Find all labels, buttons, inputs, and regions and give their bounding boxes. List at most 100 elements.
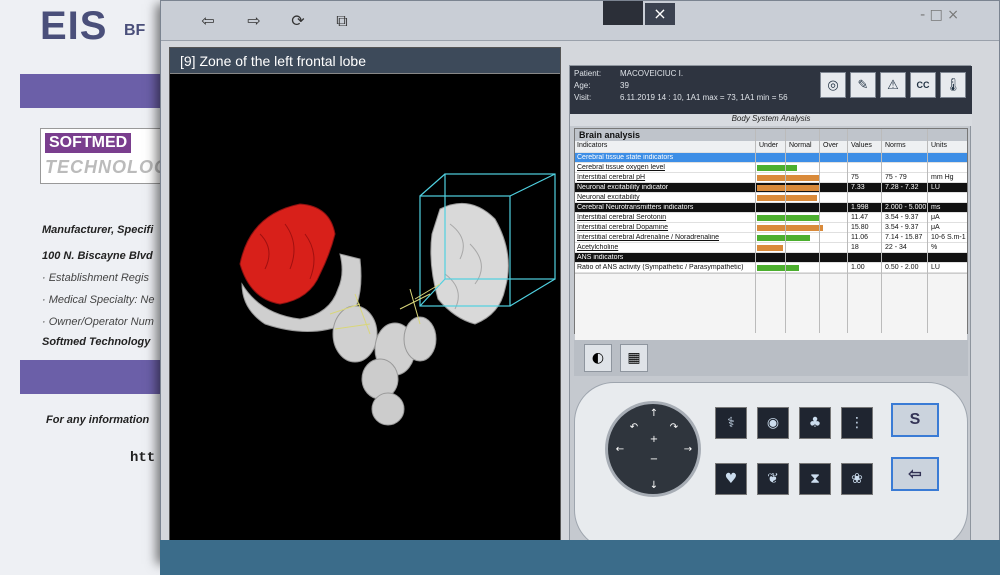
indicator-name: ANS indicators — [577, 254, 624, 261]
indicator-value: 15.80 — [851, 224, 869, 231]
indicator-name: Ratio of ANS activity (Sympathetic / Par… — [577, 264, 744, 271]
brain-analysis-table: Brain analysis Indicators Under Normal O… — [574, 128, 968, 353]
eis-logo: EIS — [40, 4, 108, 48]
window-controls[interactable]: - □ × — [920, 7, 959, 23]
indicator-norm: 3.54 - 9.37 — [885, 224, 919, 231]
edit-icon[interactable]: ✎ — [850, 72, 876, 98]
hourglass-icon[interactable]: ⧗ — [799, 463, 831, 495]
refresh-icon[interactable]: ⟳ — [287, 10, 309, 32]
specialty-line: · Medical Specialty: Ne — [42, 294, 155, 306]
level-bar — [757, 245, 783, 251]
table-row[interactable]: Interstitial cerebral Serotonin 11.47 3.54… — [575, 213, 967, 223]
table-header: Indicators Under Normal Over Values Norm… — [575, 141, 967, 153]
kidney-icon[interactable]: ❀ — [841, 463, 873, 495]
indicator-norm: 22 - 34 — [885, 244, 907, 251]
address-line: 100 N. Biscayne Blvd — [42, 250, 153, 262]
company-line: Softmed Technology — [42, 336, 151, 348]
level-bar — [757, 235, 810, 241]
indicator-unit: 10-6 S.m-1 — [931, 234, 966, 241]
main-window: ⇦ ⇨ ⟳ ⧉ × - □ × [9] Zone of the left fro… — [160, 0, 1000, 560]
thermometer-icon[interactable]: 🌡 — [940, 72, 966, 98]
table-row[interactable]: Cerebral Neurotransmitters indicators 1.9… — [575, 203, 967, 213]
indicator-norm: 0.50 - 2.00 — [885, 264, 919, 271]
patient-info: Patient: MACOVEICIUC I. Age: 39 Visit: 6… — [570, 66, 972, 114]
indicator-value: 7.33 — [851, 184, 865, 191]
arrow-left-icon[interactable]: ⇦ — [197, 10, 219, 32]
indicator-value: 1.998 — [851, 204, 869, 211]
s-button[interactable]: S — [891, 403, 939, 437]
indicator-name: Interstitial cerebral Adrenaline / Norad… — [577, 234, 720, 241]
grid-view-icon[interactable]: ▦ — [620, 344, 648, 372]
arrow-right-icon[interactable]: ⇨ — [243, 10, 265, 32]
table-row[interactable]: Acetylcholine 18 22 - 34% — [575, 243, 967, 253]
desktop-strip — [160, 540, 1000, 575]
indicator-name: Acetylcholine — [577, 244, 619, 251]
copy-icon[interactable]: ⧉ — [331, 10, 353, 32]
patient-visit: 6.11.2019 14 : 10, 1A1 max = 73, 1A1 min… — [620, 93, 788, 102]
indicator-name: Interstitial cerebral Dopamine — [577, 224, 669, 231]
indicator-norm: 7.28 - 7.32 — [885, 184, 919, 191]
indicator-name: Interstitial cerebral Serotonin — [577, 214, 667, 221]
url-fragment: htt — [130, 450, 156, 466]
body-view-icon[interactable]: ◐ — [584, 344, 612, 372]
table-row[interactable]: Cerebral tissue state indicators — [575, 153, 967, 163]
table-row[interactable]: ANS indicators — [575, 253, 967, 263]
indicator-unit: μA — [931, 224, 940, 231]
indicator-name: Neuronal excitability indicator — [577, 184, 669, 191]
rotation-dial[interactable]: ↑ ↓ ← → + − ↶ ↷ — [605, 401, 701, 497]
back-button[interactable]: ⇦ — [891, 457, 939, 491]
table-row[interactable]: Ratio of ANS activity (Sympathetic / Par… — [575, 263, 967, 273]
section-title: Body System Analysis — [570, 114, 972, 126]
header-band — [20, 74, 170, 108]
indicator-value: 1.00 — [851, 264, 865, 271]
level-bar — [757, 215, 820, 221]
indicator-unit: LU — [931, 264, 940, 271]
table-row[interactable]: Interstitial cerebral Dopamine 15.80 3.54 … — [575, 223, 967, 233]
level-bar — [757, 185, 820, 191]
analysis-panel: Patient: MACOVEICIUC I. Age: 39 Visit: 6… — [569, 65, 972, 553]
close-button[interactable]: × — [645, 3, 675, 25]
indicator-norm: 7.14 - 15.87 — [885, 234, 923, 241]
owner-line: · Owner/Operator Num — [42, 316, 154, 328]
cc-icon[interactable]: CC — [910, 72, 936, 98]
brain-3d-view[interactable]: [9] Zone of the left frontal lobe — [169, 47, 561, 547]
report-toolbar: ◎ ✎ ⚠ CC 🌡 — [820, 72, 966, 98]
table-body: Cerebral tissue state indicators Cerebral… — [575, 153, 967, 273]
skeleton-icon[interactable]: ⚕ — [715, 407, 747, 439]
left-frontal-lobe — [239, 203, 336, 305]
heart-icon[interactable]: ♥ — [715, 463, 747, 495]
indicator-norm: 75 - 79 — [885, 174, 907, 181]
indicator-norm: 2.000 - 5.000 — [885, 204, 927, 211]
lungs-icon[interactable]: ❦ — [757, 463, 789, 495]
indicator-value: 75 — [851, 174, 859, 181]
indicator-unit: % — [931, 244, 938, 251]
level-bar — [757, 165, 797, 171]
background-window: EIS BF SOFTMED TECHNOLOG Manufacturer, S… — [0, 0, 175, 575]
level-bar — [757, 195, 817, 201]
indicator-unit: μA — [931, 214, 940, 221]
table-row[interactable]: Neuronal excitability — [575, 193, 967, 203]
indicator-value: 11.06 — [851, 234, 868, 241]
table-row[interactable]: Neuronal excitability indicator 7.33 7.28 … — [575, 183, 967, 193]
indicator-value: 18 — [851, 244, 859, 251]
level-bar — [757, 225, 823, 231]
patient-name: MACOVEICIUC I. — [620, 69, 684, 78]
brain-model[interactable] — [170, 74, 560, 546]
registration-line: · Establishment Regis — [42, 272, 149, 284]
toolbar: ⇦ ⇨ ⟳ ⧉ × - □ × — [161, 1, 999, 41]
manufacturer-line: Manufacturer, Specifi — [42, 224, 154, 236]
globe-icon[interactable]: ◎ — [820, 72, 846, 98]
indicator-name: Cerebral tissue oxygen level — [577, 164, 665, 171]
table-row[interactable]: Cerebral tissue oxygen level — [575, 163, 967, 173]
indicator-unit: LU — [931, 184, 940, 191]
spine-icon[interactable]: ⋮ — [841, 407, 873, 439]
indicator-value: 11.47 — [851, 214, 868, 221]
table-row[interactable]: Interstitial cerebral Adrenaline / Norad… — [575, 233, 967, 243]
table-row[interactable]: Interstitial cerebral pH 75 75 - 79 mm Hg — [575, 173, 967, 183]
warning-icon[interactable]: ⚠ — [880, 72, 906, 98]
torso-icon[interactable]: ♣ — [799, 407, 831, 439]
view-tabs: ◐ ▦ — [574, 340, 968, 376]
brain-icon[interactable]: ◉ — [757, 407, 789, 439]
level-bar — [757, 265, 799, 271]
indicator-name: Interstitial cerebral pH — [577, 174, 646, 181]
